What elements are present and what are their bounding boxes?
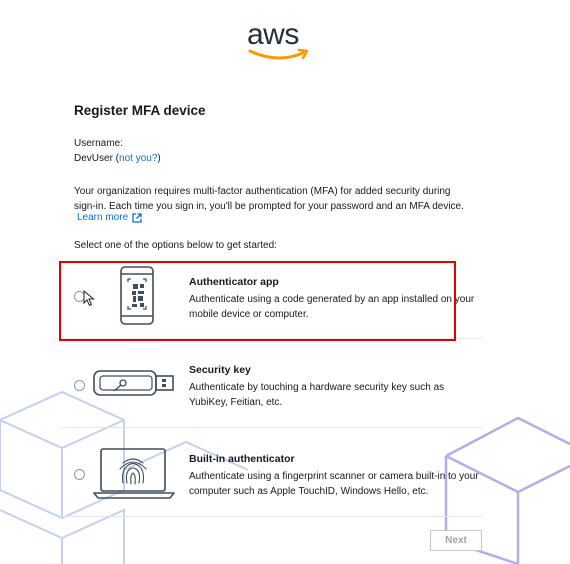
option-title-built-in-authenticator: Built-in authenticator [189,453,295,465]
mfa-intro-text: Your organization requires multi-factor … [74,186,464,212]
option-built-in-authenticator[interactable]: Built-in authenticator Authenticate usin… [60,440,482,520]
not-you-close-paren: ) [157,153,161,164]
radio-security-key[interactable] [74,380,85,391]
option-desc-security-key: Authenticate by touching a hardware secu… [189,382,445,408]
usb-key-icon [93,370,174,396]
select-prompt: Select one of the options below to get s… [74,240,277,251]
next-button[interactable]: Next [430,530,482,551]
external-link-icon [132,212,142,223]
option-desc-built-in-authenticator: Authenticate using a fingerprint scanner… [189,471,479,497]
page-title: Register MFA device [74,103,206,118]
aws-logo-text: aws [247,18,299,51]
option-separator [60,516,482,517]
option-highlight-box [59,261,456,341]
laptop-fingerprint-icon [93,448,175,499]
mouse-cursor-icon [83,290,95,307]
username-value: DevUser [74,153,113,164]
learn-more-link[interactable]: Learn more [77,212,142,223]
option-title-security-key: Security key [189,364,251,376]
radio-built-in-authenticator[interactable] [74,469,85,480]
option-security-key[interactable]: Security key Authenticate by touching a … [60,351,482,431]
not-you-link[interactable]: not you? [119,153,157,164]
username-label: Username: [74,138,123,149]
aws-logo: aws [247,20,311,66]
learn-more-label: Learn more [77,212,129,223]
option-separator [60,427,482,428]
username-line: DevUser (not you?) [74,153,161,164]
